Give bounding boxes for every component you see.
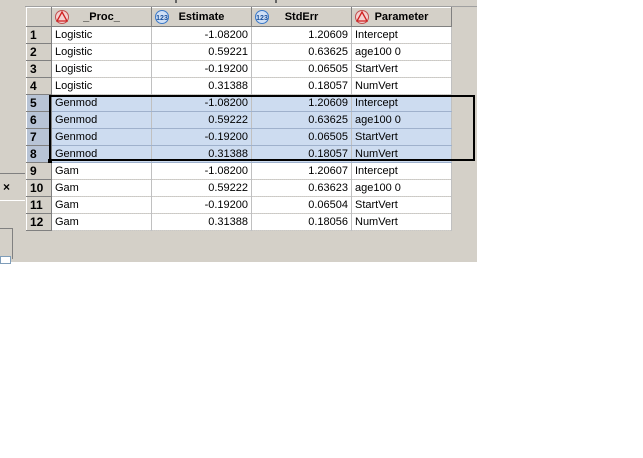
cell-estimate[interactable]: 0.59221 <box>151 43 252 61</box>
cell-parameter[interactable]: NumVert <box>351 213 452 231</box>
cell-estimate[interactable]: 0.59222 <box>151 111 252 129</box>
column-header-proc[interactable]: _Proc_ <box>51 7 152 27</box>
row-number[interactable]: 5 <box>26 94 52 112</box>
column-header-stderr[interactable]: 123 StdErr <box>251 7 352 27</box>
cell-estimate[interactable]: 0.31388 <box>151 77 252 95</box>
cell-estimate[interactable]: -1.08200 <box>151 94 252 112</box>
panel-edge <box>0 228 13 259</box>
cell-estimate[interactable]: -0.19200 <box>151 128 252 146</box>
cell-stderr[interactable]: 0.18057 <box>251 145 352 163</box>
row-number[interactable]: 10 <box>26 179 52 197</box>
cell-estimate[interactable]: -1.08200 <box>151 26 252 44</box>
row-number[interactable]: 12 <box>26 213 52 231</box>
cell-estimate[interactable]: 0.31388 <box>151 213 252 231</box>
cell-parameter[interactable]: age100 0 <box>351 111 452 129</box>
cell-proc[interactable]: Logistic <box>51 77 152 95</box>
cell-proc[interactable]: Genmod <box>51 145 152 163</box>
row-number[interactable]: 11 <box>26 196 52 214</box>
numeric-type-icon: 123 <box>155 10 169 24</box>
cell-proc[interactable]: Gam <box>51 196 152 214</box>
cell-proc[interactable]: Logistic <box>51 60 152 78</box>
cell-parameter[interactable]: NumVert <box>351 145 452 163</box>
table-row[interactable]: 4 Logistic 0.31388 0.18057 NumVert <box>26 77 452 95</box>
cell-stderr[interactable]: 1.20609 <box>251 94 352 112</box>
cell-proc[interactable]: Gam <box>51 162 152 180</box>
table-row[interactable]: 3 Logistic -0.19200 0.06505 StartVert <box>26 60 452 78</box>
data-grid: _Proc_ 123 Estimate 123 StdErr Parameter… <box>26 7 452 231</box>
cell-parameter[interactable]: StartVert <box>351 196 452 214</box>
row-number[interactable]: 4 <box>26 77 52 95</box>
close-icon[interactable]: × <box>3 180 10 194</box>
table-row[interactable]: 11 Gam -0.19200 0.06504 StartVert <box>26 196 452 214</box>
cell-parameter[interactable]: Intercept <box>351 26 452 44</box>
cell-stderr[interactable]: 0.18057 <box>251 77 352 95</box>
toolbar-edge <box>25 0 477 7</box>
table-row[interactable]: 6 Genmod 0.59222 0.63625 age100 0 <box>26 111 452 129</box>
cell-parameter[interactable]: age100 0 <box>351 179 452 197</box>
cell-stderr[interactable]: 0.63625 <box>251 43 352 61</box>
char-type-icon <box>355 10 369 24</box>
divider <box>0 173 25 174</box>
table-row[interactable]: 2 Logistic 0.59221 0.63625 age100 0 <box>26 43 452 61</box>
background-window-edge: × <box>0 0 25 264</box>
cell-estimate[interactable]: 0.31388 <box>151 145 252 163</box>
row-number[interactable]: 3 <box>26 60 52 78</box>
cell-parameter[interactable]: StartVert <box>351 60 452 78</box>
column-header-parameter[interactable]: Parameter <box>351 7 452 27</box>
cell-parameter[interactable]: StartVert <box>351 128 452 146</box>
table-row[interactable]: 12 Gam 0.31388 0.18056 NumVert <box>26 213 452 231</box>
scrollbar-stub[interactable] <box>0 256 11 264</box>
svg-text:123: 123 <box>156 15 168 22</box>
numeric-type-icon: 123 <box>255 10 269 24</box>
cell-stderr[interactable]: 0.18056 <box>251 213 352 231</box>
cell-parameter[interactable]: Intercept <box>351 94 452 112</box>
row-number[interactable]: 6 <box>26 111 52 129</box>
cell-stderr[interactable]: 0.06505 <box>251 60 352 78</box>
divider <box>0 200 25 201</box>
row-number[interactable]: 1 <box>26 26 52 44</box>
cell-proc[interactable]: Genmod <box>51 111 152 129</box>
cell-proc[interactable]: Logistic <box>51 26 152 44</box>
row-number[interactable]: 8 <box>26 145 52 163</box>
row-number[interactable]: 2 <box>26 43 52 61</box>
cell-stderr[interactable]: 1.20607 <box>251 162 352 180</box>
cell-stderr[interactable]: 1.20609 <box>251 26 352 44</box>
table-row[interactable]: 1 Logistic -1.08200 1.20609 Intercept <box>26 26 452 44</box>
cell-parameter[interactable]: NumVert <box>351 77 452 95</box>
char-type-icon <box>55 10 69 24</box>
cell-stderr[interactable]: 0.63625 <box>251 111 352 129</box>
header-row: _Proc_ 123 Estimate 123 StdErr Parameter <box>26 7 452 27</box>
grid-corner[interactable] <box>26 7 52 27</box>
cell-stderr[interactable]: 0.06504 <box>251 196 352 214</box>
table-row[interactable]: 5 Genmod -1.08200 1.20609 Intercept <box>26 94 452 112</box>
cell-estimate[interactable]: -1.08200 <box>151 162 252 180</box>
cell-parameter[interactable]: Intercept <box>351 162 452 180</box>
cell-parameter[interactable]: age100 0 <box>351 43 452 61</box>
cell-proc[interactable]: Gam <box>51 179 152 197</box>
cell-stderr[interactable]: 0.63623 <box>251 179 352 197</box>
viewtable-window: _Proc_ 123 Estimate 123 StdErr Parameter… <box>25 0 477 262</box>
cell-proc[interactable]: Genmod <box>51 128 152 146</box>
table-row[interactable]: 9 Gam -1.08200 1.20607 Intercept <box>26 162 452 180</box>
table-row[interactable]: 8 Genmod 0.31388 0.18057 NumVert <box>26 145 452 163</box>
cell-estimate[interactable]: -0.19200 <box>151 60 252 78</box>
column-header-estimate[interactable]: 123 Estimate <box>151 7 252 27</box>
table-row[interactable]: 10 Gam 0.59222 0.63623 age100 0 <box>26 179 452 197</box>
svg-text:123: 123 <box>256 15 268 22</box>
cell-stderr[interactable]: 0.06505 <box>251 128 352 146</box>
cell-proc[interactable]: Genmod <box>51 94 152 112</box>
row-number[interactable]: 7 <box>26 128 52 146</box>
cell-proc[interactable]: Logistic <box>51 43 152 61</box>
row-number[interactable]: 9 <box>26 162 52 180</box>
cell-proc[interactable]: Gam <box>51 213 152 231</box>
cell-estimate[interactable]: 0.59222 <box>151 179 252 197</box>
table-row[interactable]: 7 Genmod -0.19200 0.06505 StartVert <box>26 128 452 146</box>
cell-estimate[interactable]: -0.19200 <box>151 196 252 214</box>
